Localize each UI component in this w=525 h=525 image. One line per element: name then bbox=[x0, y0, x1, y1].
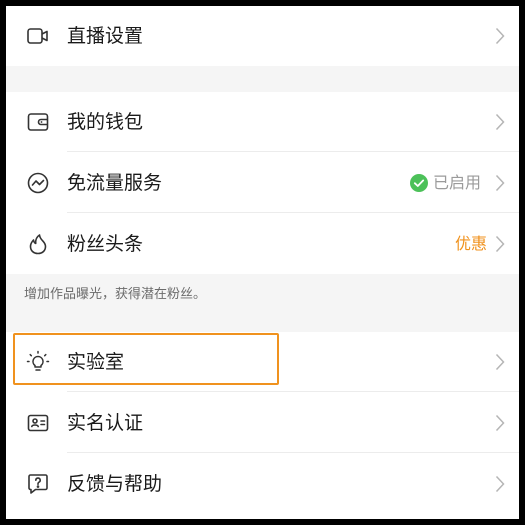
chevron-right-icon bbox=[495, 475, 505, 493]
flame-icon bbox=[26, 232, 50, 256]
menu-item-feedback-help[interactable]: 反馈与帮助 bbox=[6, 454, 519, 514]
chevron-right-icon bbox=[495, 27, 505, 45]
section-hint: 增加作品曝光，获得潜在粉丝。 bbox=[6, 274, 519, 332]
menu-item-fan-headline[interactable]: 粉丝头条 优惠 bbox=[6, 214, 519, 274]
menu-item-label: 实名认证 bbox=[67, 412, 144, 434]
lightbulb-icon bbox=[26, 350, 50, 374]
section-gap bbox=[6, 66, 519, 92]
help-chat-icon bbox=[26, 472, 50, 496]
menu-item-wallet[interactable]: 我的钱包 bbox=[6, 92, 519, 152]
menu-item-label: 反馈与帮助 bbox=[67, 473, 163, 495]
menu-item-label: 我的钱包 bbox=[67, 111, 144, 133]
status-enabled: 已启用 bbox=[433, 173, 482, 192]
video-camera-icon bbox=[26, 24, 50, 48]
divider bbox=[67, 452, 519, 453]
menu-item-label: 粉丝头条 bbox=[67, 233, 144, 255]
settings-screen: 直播设置 我的钱包 免流量服务 已启用 粉丝头条 优惠 增加作品曝光，获得潜在粉… bbox=[6, 6, 519, 519]
chevron-right-icon bbox=[495, 113, 505, 131]
chevron-right-icon bbox=[495, 353, 505, 371]
chevron-right-icon bbox=[495, 414, 505, 432]
menu-item-live-settings[interactable]: 直播设置 bbox=[6, 6, 519, 66]
fan-headline-hint: 增加作品曝光，获得潜在粉丝。 bbox=[24, 287, 207, 302]
menu-item-free-data-service[interactable]: 免流量服务 已启用 bbox=[6, 153, 519, 213]
divider bbox=[67, 391, 519, 392]
divider bbox=[67, 212, 519, 213]
chevron-right-icon bbox=[495, 235, 505, 253]
id-card-icon bbox=[26, 411, 50, 435]
chevron-right-icon bbox=[495, 174, 505, 192]
divider bbox=[67, 151, 519, 152]
check-circle-icon bbox=[410, 174, 428, 192]
wallet-icon bbox=[26, 110, 50, 134]
menu-item-lab[interactable]: 实验室 bbox=[6, 332, 519, 392]
menu-item-label: 免流量服务 bbox=[67, 172, 163, 194]
menu-item-label: 直播设置 bbox=[67, 25, 144, 47]
menu-item-label: 实验室 bbox=[67, 351, 125, 373]
menu-item-real-name-verification[interactable]: 实名认证 bbox=[6, 393, 519, 453]
promo-badge: 优惠 bbox=[454, 234, 487, 253]
data-trend-icon bbox=[26, 171, 50, 195]
